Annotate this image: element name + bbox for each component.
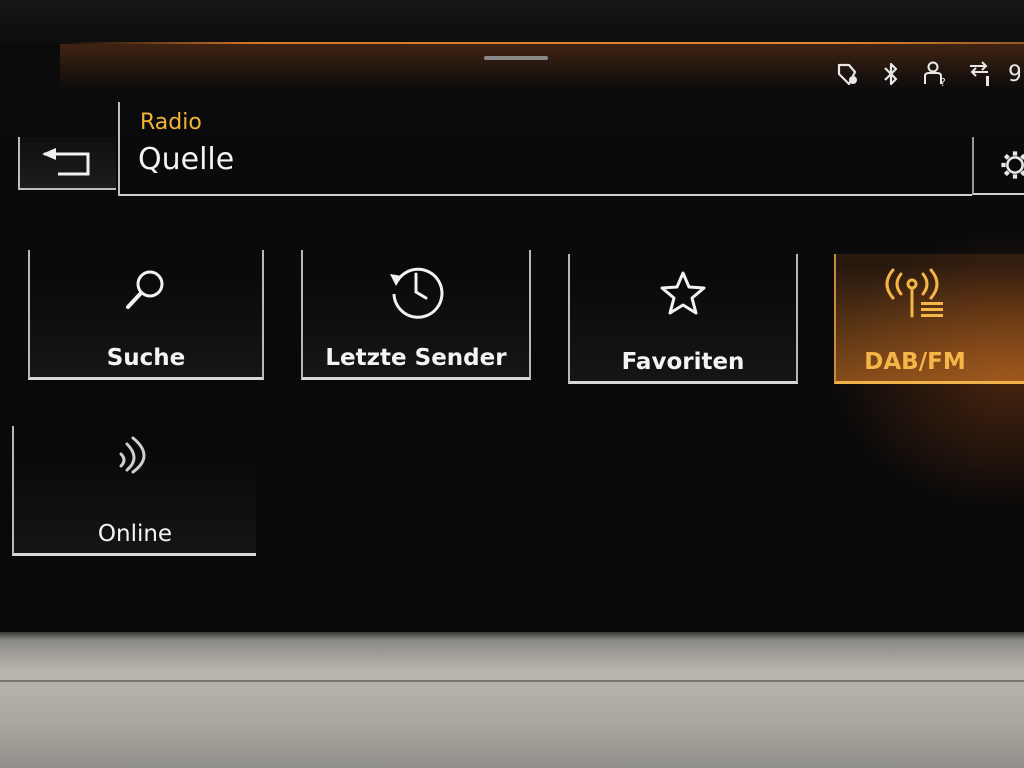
svg-text:?: ?: [940, 76, 946, 88]
history-icon: [303, 260, 529, 320]
drag-handle[interactable]: [484, 56, 548, 60]
user-profile-icon: ?: [920, 60, 950, 88]
screen: ? 9 Radio Quelle Suche Letzte Sender Fav…: [0, 42, 1024, 632]
source-label: Online: [97, 521, 173, 547]
display-bezel: [0, 632, 1024, 768]
source-label: Favoriten: [621, 349, 745, 375]
star-icon: [570, 264, 796, 324]
source-tile-suche[interactable]: Suche: [28, 250, 264, 380]
lte-icon: [964, 60, 994, 88]
source-tile-letzte-sender[interactable]: Letzte Sender: [301, 250, 531, 380]
navigation-alert-icon: [832, 60, 862, 88]
wifi-icon: [14, 426, 256, 486]
header: Radio Quelle: [118, 102, 972, 196]
back-button[interactable]: [18, 137, 116, 190]
infotainment-display: ? 9 Radio Quelle Suche Letzte Sender Fav…: [0, 0, 1024, 768]
status-bar: ? 9: [832, 58, 1024, 90]
source-label: Letzte Sender: [325, 345, 507, 371]
source-label: DAB/FM: [864, 349, 966, 375]
source-tile-online[interactable]: Online: [12, 426, 256, 556]
source-tile-dab-fm[interactable]: DAB/FM: [834, 254, 1024, 384]
bezel-divider: [0, 680, 1024, 682]
antenna-icon: [836, 264, 1024, 324]
source-label: Suche: [106, 345, 186, 371]
settings-button[interactable]: [972, 137, 1024, 195]
bluetooth-icon: [876, 60, 906, 88]
search-icon: [30, 260, 262, 320]
clock-display: 9: [1008, 61, 1020, 87]
breadcrumb[interactable]: Radio: [140, 110, 202, 135]
back-arrow-icon: [42, 147, 90, 175]
source-tile-favoriten[interactable]: Favoriten: [568, 254, 798, 384]
page-title: Quelle: [138, 142, 235, 177]
accent-line: [60, 42, 1024, 44]
gear-icon: [1001, 151, 1024, 179]
